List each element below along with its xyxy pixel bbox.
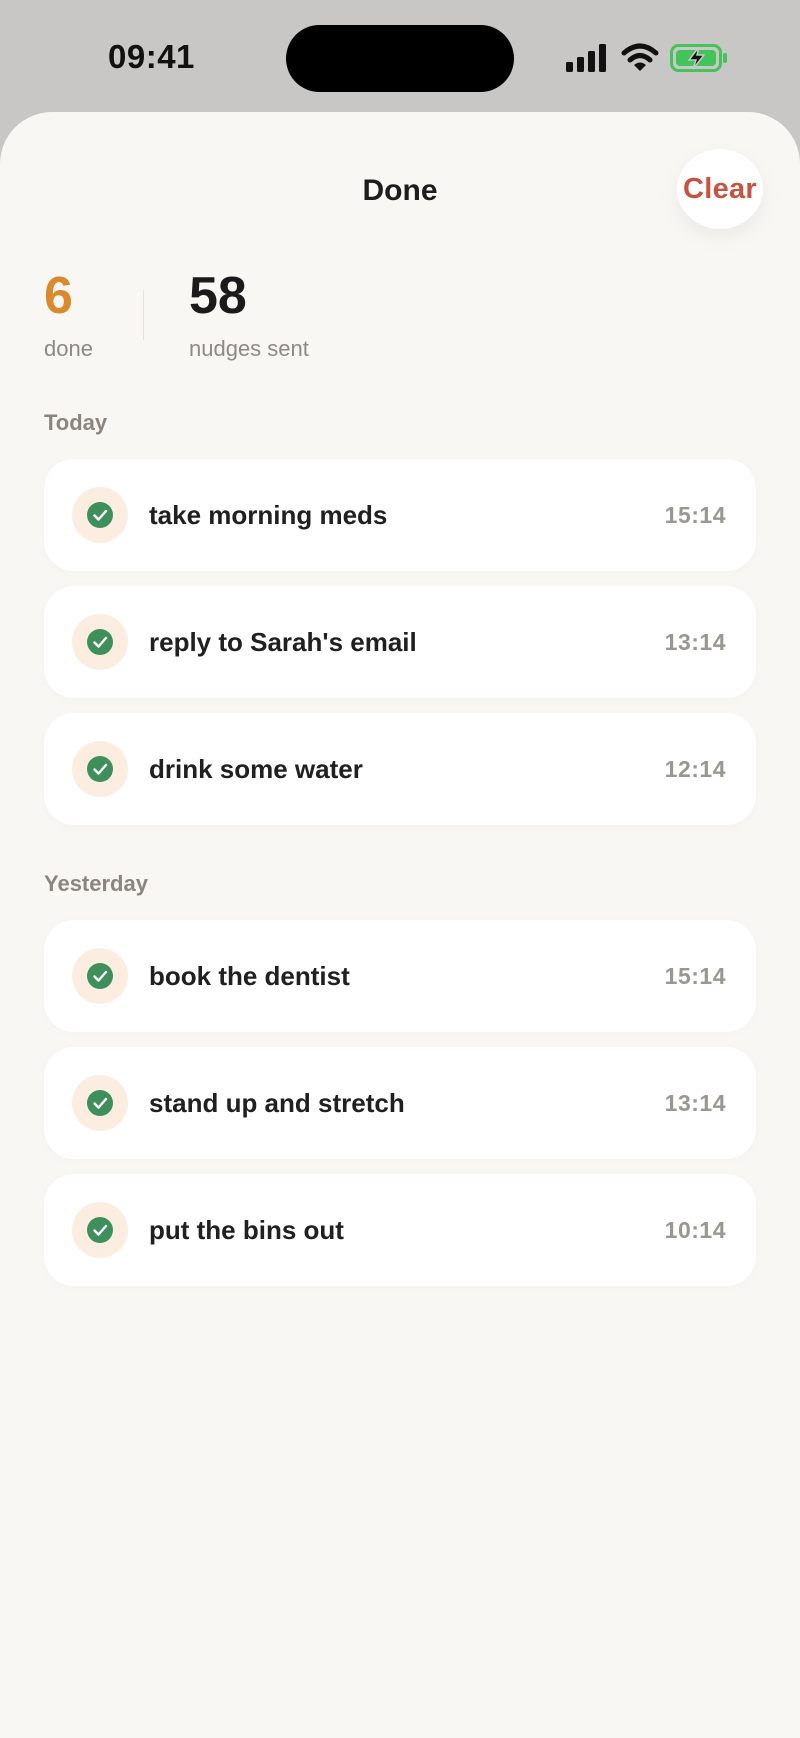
dynamic-island xyxy=(286,25,514,92)
list-item[interactable]: drink some water 12:14 xyxy=(44,713,756,825)
item-time: 13:14 xyxy=(664,629,726,655)
check-icon xyxy=(72,1075,128,1131)
item-label: book the dentist xyxy=(149,961,350,991)
status-bar: 09:41 xyxy=(0,0,800,112)
check-icon xyxy=(72,1202,128,1258)
list-item[interactable]: stand up and stretch 13:14 xyxy=(44,1047,756,1159)
nudges-stat: 58 nudges sent xyxy=(189,270,309,362)
wifi-icon xyxy=(621,43,659,71)
item-label: take morning meds xyxy=(149,500,388,530)
stats-divider xyxy=(143,290,144,340)
item-time: 15:14 xyxy=(664,963,726,989)
check-icon xyxy=(72,487,128,543)
stats-row: 6 done 58 nudges sent xyxy=(44,270,744,370)
nudges-count: 58 xyxy=(189,267,247,325)
check-icon xyxy=(72,614,128,670)
nudges-label: nudges sent xyxy=(189,336,309,361)
item-time: 13:14 xyxy=(664,1090,726,1116)
item-time: 12:14 xyxy=(664,756,726,782)
item-label: put the bins out xyxy=(149,1215,344,1245)
done-label: done xyxy=(44,336,93,361)
list-item[interactable]: take morning meds 15:14 xyxy=(44,459,756,571)
list-item[interactable]: book the dentist 15:14 xyxy=(44,920,756,1032)
section-title-today: Today xyxy=(44,410,108,435)
item-label: drink some water xyxy=(149,754,363,784)
list-item[interactable]: reply to Sarah's email 13:14 xyxy=(44,586,756,698)
item-label: stand up and stretch xyxy=(149,1088,405,1118)
battery-charging-icon xyxy=(670,44,727,72)
item-time: 15:14 xyxy=(664,502,726,528)
check-icon xyxy=(72,948,128,1004)
check-icon xyxy=(72,741,128,797)
section-title-yesterday: Yesterday xyxy=(44,871,148,896)
done-stat: 6 done xyxy=(44,270,93,362)
list-item[interactable]: put the bins out 10:14 xyxy=(44,1174,756,1286)
cellular-signal-icon xyxy=(566,44,606,72)
item-time: 10:14 xyxy=(664,1217,726,1243)
done-count: 6 xyxy=(44,267,73,325)
item-label: reply to Sarah's email xyxy=(149,627,417,657)
done-sheet: Done Clear 6 done 58 nudges sent Today t… xyxy=(0,112,800,1738)
status-time: 09:41 xyxy=(108,38,195,75)
clear-button[interactable]: Clear xyxy=(677,149,763,229)
